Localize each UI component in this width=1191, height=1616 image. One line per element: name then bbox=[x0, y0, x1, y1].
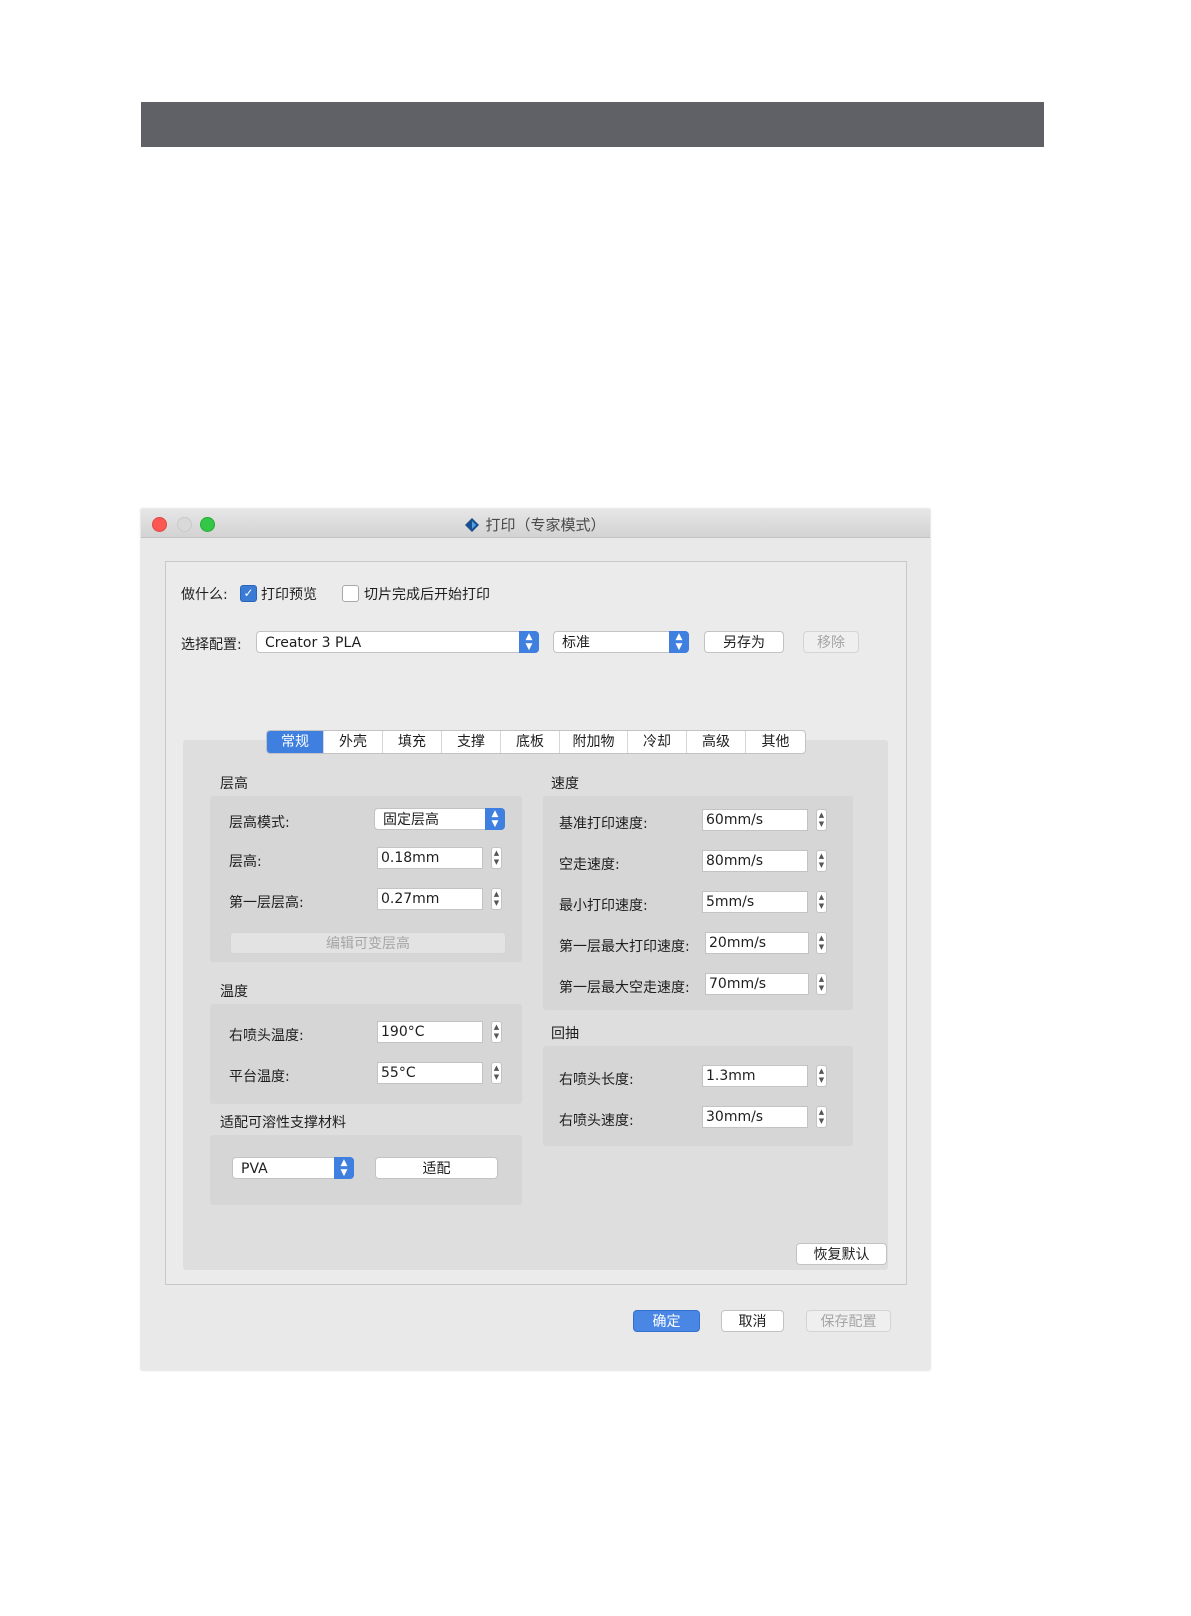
flashprint-logo-icon bbox=[465, 518, 480, 532]
first-layer-max-print-speed-input[interactable]: 20mm/s bbox=[705, 932, 809, 954]
retraction-row-label: 右喷头速度: bbox=[559, 1113, 634, 1129]
quality-select-value: 标准 bbox=[562, 635, 590, 651]
first-layer-max-travel-speed-stepper[interactable]: ▲ ▼ bbox=[816, 973, 827, 995]
tab-support[interactable]: 支撑 bbox=[442, 731, 501, 753]
tab-shell[interactable]: 外壳 bbox=[324, 731, 383, 753]
layer-height-label: 层高: bbox=[229, 854, 262, 870]
page-header-bar bbox=[141, 102, 1044, 147]
bed-temp-stepper[interactable]: ▲ ▼ bbox=[491, 1062, 502, 1084]
first-layer-max-travel-speed-input[interactable]: 70mm/s bbox=[705, 973, 809, 995]
restore-defaults-button[interactable]: 恢复默认 bbox=[796, 1243, 887, 1265]
tab-content-area: 层高 层高模式: 固定层高 ▲ ▼ 层高: 0.18mm ▲ ▼ 第一层层高: 0.… bbox=[183, 740, 888, 1270]
edit-variable-layer-button[interactable]: 编辑可变层高 bbox=[230, 932, 506, 954]
tab-cooling[interactable]: 冷却 bbox=[628, 731, 687, 753]
travel-speed-stepper[interactable]: ▲ ▼ bbox=[816, 850, 827, 872]
temperature-section-title: 温度 bbox=[220, 984, 248, 1000]
speed-row-label: 第一层最大空走速度: bbox=[559, 980, 690, 996]
speed-section-title: 速度 bbox=[551, 776, 579, 792]
tab-raft[interactable]: 底板 bbox=[501, 731, 560, 753]
print-preview-label[interactable]: 打印预览 bbox=[261, 584, 317, 604]
layer-height-input[interactable]: 0.18mm bbox=[377, 847, 483, 869]
cancel-button[interactable]: 取消 bbox=[721, 1310, 784, 1332]
stepper-arrows-icon: ▲ ▼ bbox=[669, 631, 689, 653]
settings-panel: 做什么: ✓ 打印预览 切片完成后开始打印 选择配置: Creator 3 PL… bbox=[165, 561, 907, 1285]
first-layer-height-stepper[interactable]: ▲ ▼ bbox=[491, 888, 502, 910]
layer-section-title: 层高 bbox=[220, 776, 248, 792]
speed-group: 基准打印速度: 60mm/s ▲ ▼ 空走速度: 80mm/s ▲ ▼ 最小打印速度… bbox=[543, 796, 853, 1010]
speed-row-label: 基准打印速度: bbox=[559, 816, 648, 832]
travel-speed-input[interactable]: 80mm/s bbox=[702, 850, 808, 872]
print-dialog-window: 打印（专家模式） 做什么: ✓ 打印预览 切片完成后开始打印 选择配置: Cre… bbox=[141, 509, 930, 1370]
first-layer-height-label: 第一层层高: bbox=[229, 895, 304, 911]
quality-select[interactable]: 标准 ▲ ▼ bbox=[553, 631, 689, 653]
ok-button[interactable]: 确定 bbox=[633, 1310, 700, 1332]
retraction-section-title: 回抽 bbox=[551, 1026, 579, 1042]
retraction-length-input[interactable]: 1.3mm bbox=[702, 1065, 808, 1087]
start-after-slice-checkbox[interactable] bbox=[342, 585, 359, 602]
speed-row-label: 第一层最大打印速度: bbox=[559, 939, 690, 955]
profile-select[interactable]: Creator 3 PLA ▲ ▼ bbox=[256, 631, 539, 653]
layer-mode-select[interactable]: 固定层高 ▲ ▼ bbox=[374, 808, 505, 830]
save-as-button[interactable]: 另存为 bbox=[704, 631, 784, 653]
speed-row-label: 最小打印速度: bbox=[559, 898, 648, 914]
window-titlebar[interactable]: 打印（专家模式） bbox=[141, 509, 930, 538]
start-after-slice-label[interactable]: 切片完成后开始打印 bbox=[364, 584, 490, 604]
bed-temp-label: 平台温度: bbox=[229, 1069, 290, 1085]
soluble-group: PVA ▲ ▼ 适配 bbox=[210, 1135, 522, 1205]
first-layer-height-input[interactable]: 0.27mm bbox=[377, 888, 483, 910]
stepper-arrows-icon: ▲ ▼ bbox=[485, 808, 505, 830]
speed-row-label: 空走速度: bbox=[559, 857, 620, 873]
temperature-group: 右喷头温度: 190°C ▲ ▼ 平台温度: 55°C ▲ ▼ bbox=[210, 1004, 522, 1104]
stepper-arrows-icon: ▲ ▼ bbox=[519, 631, 539, 653]
nozzle-temp-stepper[interactable]: ▲ ▼ bbox=[491, 1021, 502, 1043]
tab-extras[interactable]: 附加物 bbox=[560, 731, 628, 753]
min-print-speed-input[interactable]: 5mm/s bbox=[702, 891, 808, 913]
retraction-speed-input[interactable]: 30mm/s bbox=[702, 1106, 808, 1128]
soluble-material-select[interactable]: PVA ▲ ▼ bbox=[232, 1157, 354, 1179]
save-config-button[interactable]: 保存配置 bbox=[806, 1310, 891, 1332]
print-preview-checkbox[interactable]: ✓ bbox=[240, 585, 257, 602]
tab-advanced[interactable]: 高级 bbox=[687, 731, 746, 753]
checkmark-icon: ✓ bbox=[243, 586, 254, 600]
tab-others[interactable]: 其他 bbox=[746, 731, 805, 753]
nozzle-temp-label: 右喷头温度: bbox=[229, 1028, 304, 1044]
layer-mode-value: 固定层高 bbox=[383, 812, 439, 828]
retraction-speed-stepper[interactable]: ▲ ▼ bbox=[816, 1106, 827, 1128]
base-print-speed-stepper[interactable]: ▲ ▼ bbox=[816, 809, 827, 831]
remove-button[interactable]: 移除 bbox=[803, 631, 859, 653]
window-title: 打印（专家模式） bbox=[485, 516, 606, 534]
profile-select-value: Creator 3 PLA bbox=[265, 635, 362, 651]
bed-temp-input[interactable]: 55°C bbox=[377, 1062, 483, 1084]
soluble-material-value: PVA bbox=[241, 1161, 268, 1177]
layer-group: 层高模式: 固定层高 ▲ ▼ 层高: 0.18mm ▲ ▼ 第一层层高: 0.27m… bbox=[210, 796, 522, 962]
retraction-group: 右喷头长度: 1.3mm ▲ ▼ 右喷头速度: 30mm/s ▲ ▼ bbox=[543, 1046, 853, 1146]
window-title-wrap: 打印（专家模式） bbox=[141, 514, 930, 535]
layer-mode-label: 层高模式: bbox=[229, 815, 290, 831]
select-config-label: 选择配置: bbox=[181, 637, 242, 653]
stepper-arrows-icon: ▲ ▼ bbox=[334, 1157, 354, 1179]
adapt-button[interactable]: 适配 bbox=[375, 1157, 498, 1179]
retraction-length-stepper[interactable]: ▲ ▼ bbox=[816, 1065, 827, 1087]
first-layer-max-print-speed-stepper[interactable]: ▲ ▼ bbox=[816, 932, 827, 954]
base-print-speed-input[interactable]: 60mm/s bbox=[702, 809, 808, 831]
retraction-row-label: 右喷头长度: bbox=[559, 1072, 634, 1088]
what-to-do-label: 做什么: bbox=[181, 587, 228, 603]
nozzle-temp-input[interactable]: 190°C bbox=[377, 1021, 483, 1043]
layer-height-stepper[interactable]: ▲ ▼ bbox=[491, 847, 502, 869]
min-print-speed-stepper[interactable]: ▲ ▼ bbox=[816, 891, 827, 913]
soluble-section-title: 适配可溶性支撑材料 bbox=[220, 1115, 346, 1131]
settings-tab-bar: 常规 外壳 填充 支撑 底板 附加物 冷却 高级 其他 bbox=[266, 730, 806, 754]
tab-general[interactable]: 常规 bbox=[267, 731, 324, 753]
tab-infill[interactable]: 填充 bbox=[383, 731, 442, 753]
